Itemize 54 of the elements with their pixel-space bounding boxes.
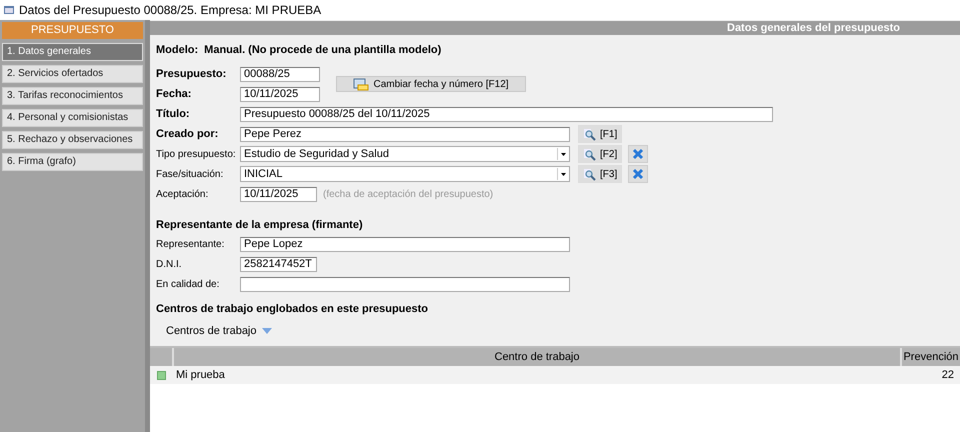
clear-button[interactable] xyxy=(628,145,648,163)
section-heading: Centros de trabajo englobados en este presupuesto xyxy=(156,302,429,317)
hint-text: (fecha de aceptación del presupuesto) xyxy=(323,188,494,200)
search-icon xyxy=(583,168,597,180)
change-date-button[interactable]: Cambiar fecha y número [F12] xyxy=(336,76,526,92)
lookup-button[interactable]: [F2] xyxy=(578,145,622,163)
field-label: Creado por: xyxy=(156,128,220,140)
calendar-edit-icon xyxy=(353,78,370,90)
search-icon xyxy=(583,148,597,160)
input-field[interactable]: Presupuesto 00088/25 del 10/11/2025 xyxy=(240,106,773,122)
input-field[interactable]: Pepe Lopez xyxy=(240,236,570,252)
input-field[interactable]: 10/11/2025 xyxy=(240,86,320,102)
field-label: Modelo: xyxy=(156,44,198,56)
dropdown-field[interactable]: Estudio de Seguridad y Salud xyxy=(240,146,570,162)
field-label: Título: xyxy=(156,108,191,120)
section-heading: Representante de la empresa (firmante) xyxy=(156,218,364,233)
close-icon xyxy=(632,148,644,160)
sidebar-header: PRESUPUESTO xyxy=(2,22,143,39)
field-label: Tipo presupuesto: xyxy=(156,148,234,160)
input-field[interactable]: 10/11/2025 xyxy=(240,186,317,202)
caret-icon xyxy=(557,148,569,160)
input-field[interactable]: 2582147452T xyxy=(240,256,317,272)
lookup-button[interactable]: [F3] xyxy=(578,165,622,183)
app-icon xyxy=(4,6,14,14)
sidebar-item[interactable]: 4. Personal y comisionistas xyxy=(2,109,143,127)
clear-button[interactable] xyxy=(628,165,648,183)
menu-button[interactable]: Centros de trabajo xyxy=(166,322,954,340)
lookup-button[interactable]: [F1] xyxy=(578,125,622,143)
field-label: D.N.I. xyxy=(156,258,183,270)
sidebar-item[interactable]: 6. Firma (grafo) xyxy=(2,153,143,171)
sidebar-item[interactable]: 1. Datos generales xyxy=(2,43,143,61)
caret-icon xyxy=(262,328,272,334)
field-label: Fecha: xyxy=(156,88,192,100)
sidebar-item[interactable]: 3. Tarifas reconocimientos xyxy=(2,87,143,105)
table-cell-text: 22 xyxy=(940,369,955,381)
sidebar-item[interactable]: 2. Servicios ofertados xyxy=(2,65,143,83)
field-label: Aceptación: xyxy=(156,188,210,200)
input-field[interactable]: 00088/25 xyxy=(240,66,320,82)
dropdown-field[interactable]: INICIAL xyxy=(240,166,570,182)
input-field[interactable] xyxy=(240,276,570,292)
sidebar-item[interactable]: 5. Rechazo y observaciones xyxy=(2,131,143,149)
input-field[interactable]: Pepe Perez xyxy=(240,126,570,142)
table-cell-text: Mi prueba xyxy=(175,369,226,381)
model-value: Manual. (No procede de una plantilla modelo) xyxy=(204,44,442,56)
window-title: Datos del Presupuesto 00088/25. Empresa: MI PRUEBA xyxy=(19,3,322,17)
caret-icon xyxy=(557,168,569,180)
field-label: Presupuesto: xyxy=(156,68,228,80)
panel-title: Datos generales del presupuesto xyxy=(150,21,960,35)
field-label: Representante: xyxy=(156,238,226,250)
column-header: Centro de trabajo xyxy=(494,350,580,365)
field-label: En calidad de: xyxy=(156,278,220,290)
close-icon xyxy=(632,168,644,180)
field-label: Fase/situación: xyxy=(156,168,224,180)
search-icon xyxy=(583,128,597,140)
